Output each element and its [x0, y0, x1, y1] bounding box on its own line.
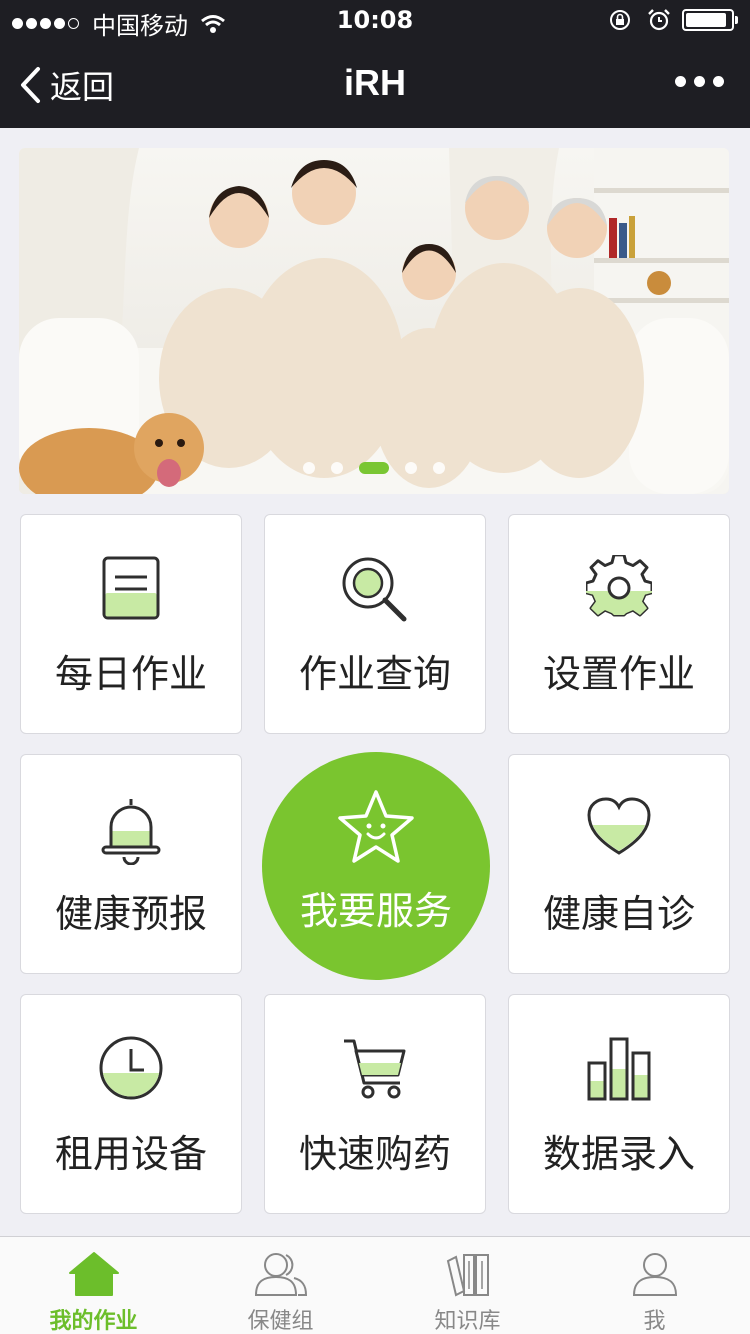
bar-chart-icon — [587, 1037, 651, 1101]
status-bar: 中国移动 10:08 — [0, 0, 750, 40]
tab-my-tasks[interactable]: 我的作业 — [0, 1237, 187, 1334]
battery-icon — [682, 9, 738, 31]
tab-health-group[interactable]: 保健组 — [187, 1237, 374, 1334]
group-icon — [254, 1253, 307, 1296]
gear-icon — [586, 555, 652, 617]
star-smile-icon — [338, 790, 414, 863]
tile-label: 数据录入 — [542, 1132, 695, 1176]
service-button[interactable]: 我要服务 — [262, 752, 490, 980]
task-list-icon — [102, 556, 160, 620]
pager-dot[interactable] — [331, 462, 343, 474]
clock-icon — [99, 1036, 163, 1100]
tab-label: 知识库 — [434, 1309, 501, 1334]
tab-label: 保健组 — [247, 1309, 314, 1334]
carousel-pager[interactable] — [19, 462, 729, 474]
cart-icon — [344, 1039, 406, 1099]
home-icon — [68, 1252, 119, 1296]
tile-task-query[interactable]: 作业查询 — [264, 514, 486, 734]
tile-health-forecast[interactable]: 健康预报 — [20, 754, 242, 974]
books-icon — [446, 1254, 489, 1297]
pager-dot[interactable] — [405, 462, 417, 474]
page-title: iRH — [344, 62, 406, 103]
rotation-lock-icon — [610, 10, 630, 30]
pager-dot[interactable] — [303, 462, 315, 474]
tile-self-diagnosis[interactable]: 健康自诊 — [508, 754, 730, 974]
tile-label: 健康预报 — [54, 892, 207, 936]
navigation-bar: 返回 iRH — [0, 40, 750, 128]
more-options-button[interactable] — [667, 76, 724, 87]
heart-icon — [587, 797, 651, 855]
user-icon — [632, 1253, 677, 1296]
alarm-icon — [648, 9, 670, 31]
tab-label: 我 — [643, 1309, 666, 1334]
bell-icon — [101, 799, 161, 865]
tile-set-task[interactable]: 设置作业 — [508, 514, 730, 734]
banner-carousel[interactable] — [19, 148, 729, 494]
pager-dot-active[interactable] — [359, 462, 389, 474]
tile-label: 设置作业 — [542, 652, 695, 696]
tab-bar: 我的作业 保健组 知识库 我 — [0, 1236, 750, 1334]
tile-rent-device[interactable]: 租用设备 — [20, 994, 242, 1214]
service-label: 我要服务 — [299, 889, 452, 933]
tile-label: 作业查询 — [298, 652, 451, 696]
family-photo — [19, 148, 729, 494]
tab-knowledge-base[interactable]: 知识库 — [374, 1237, 561, 1334]
pager-dot[interactable] — [433, 462, 445, 474]
tile-buy-medicine[interactable]: 快速购药 — [264, 994, 486, 1214]
tab-me[interactable]: 我 — [561, 1237, 748, 1334]
tile-label: 健康自诊 — [542, 892, 695, 936]
tile-label: 每日作业 — [54, 652, 207, 696]
tile-label: 租用设备 — [54, 1132, 207, 1176]
tab-label: 我的作业 — [49, 1309, 138, 1334]
tile-label: 快速购药 — [298, 1132, 451, 1176]
search-icon — [342, 557, 407, 622]
tile-data-entry[interactable]: 数据录入 — [508, 994, 730, 1214]
tile-daily-task[interactable]: 每日作业 — [20, 514, 242, 734]
